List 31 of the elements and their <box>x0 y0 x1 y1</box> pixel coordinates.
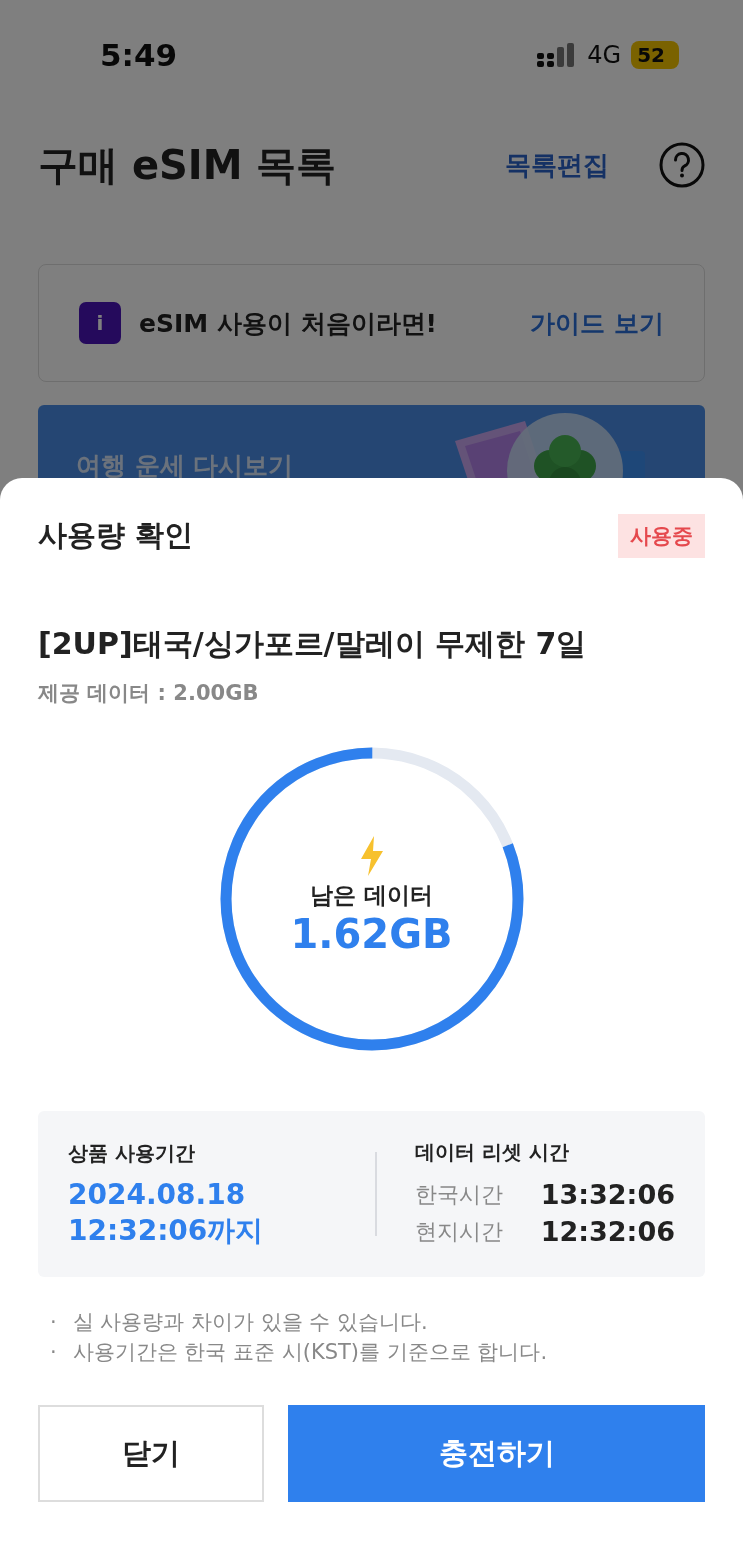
note-text: 실 사용량과 차이가 있을 수 있습니다. <box>72 1309 428 1336</box>
reset-label: 데이터 리셋 시간 <box>415 1138 570 1166</box>
network-label: 4G <box>587 41 622 69</box>
remaining-data: 1.62GB <box>290 910 453 957</box>
guide-link[interactable]: 가이드 보기 <box>530 306 664 340</box>
status-badge: 사용중 <box>618 514 705 558</box>
page-title: 구매 eSIM 목록 <box>38 140 337 190</box>
gauge-label: 남은 데이터 <box>310 880 433 910</box>
edit-list-link[interactable]: 목록편집 <box>505 147 609 183</box>
reset-time: 12:32:06 <box>540 1214 675 1249</box>
note-text: 사용기간은 한국 표준 시(KST)를 기준으로 합니다. <box>72 1339 548 1366</box>
reset-time: 13:32:06 <box>540 1177 675 1212</box>
bullet: · <box>50 1339 57 1366</box>
plan-name: [2UP]태국/싱가포르/말레이 무제한 7일 <box>38 625 588 663</box>
lightning-icon <box>358 835 385 876</box>
period-date: 2024.08.18 <box>68 1176 247 1213</box>
sheet-title: 사용량 확인 <box>38 517 194 554</box>
battery-level: 52 <box>631 41 679 69</box>
timezone-label: 한국시간 <box>415 1180 503 1209</box>
help-icon[interactable] <box>659 142 705 188</box>
bullet: · <box>50 1309 57 1336</box>
status-time: 5:49 <box>100 37 178 73</box>
info-icon: i <box>79 302 121 344</box>
charge-button[interactable]: 충전하기 <box>288 1405 705 1502</box>
provided-data: 제공 데이터 : 2.00GB <box>38 680 260 707</box>
guide-text: eSIM 사용이 처음이라면! <box>139 307 438 340</box>
timezone-label: 현지시간 <box>415 1217 503 1246</box>
period-time: 12:32:06까지 <box>68 1212 265 1249</box>
period-label: 상품 사용기간 <box>68 1139 196 1167</box>
banner-text: 여행 운세 다시보기 <box>76 450 294 482</box>
close-button[interactable]: 닫기 <box>38 1405 264 1502</box>
